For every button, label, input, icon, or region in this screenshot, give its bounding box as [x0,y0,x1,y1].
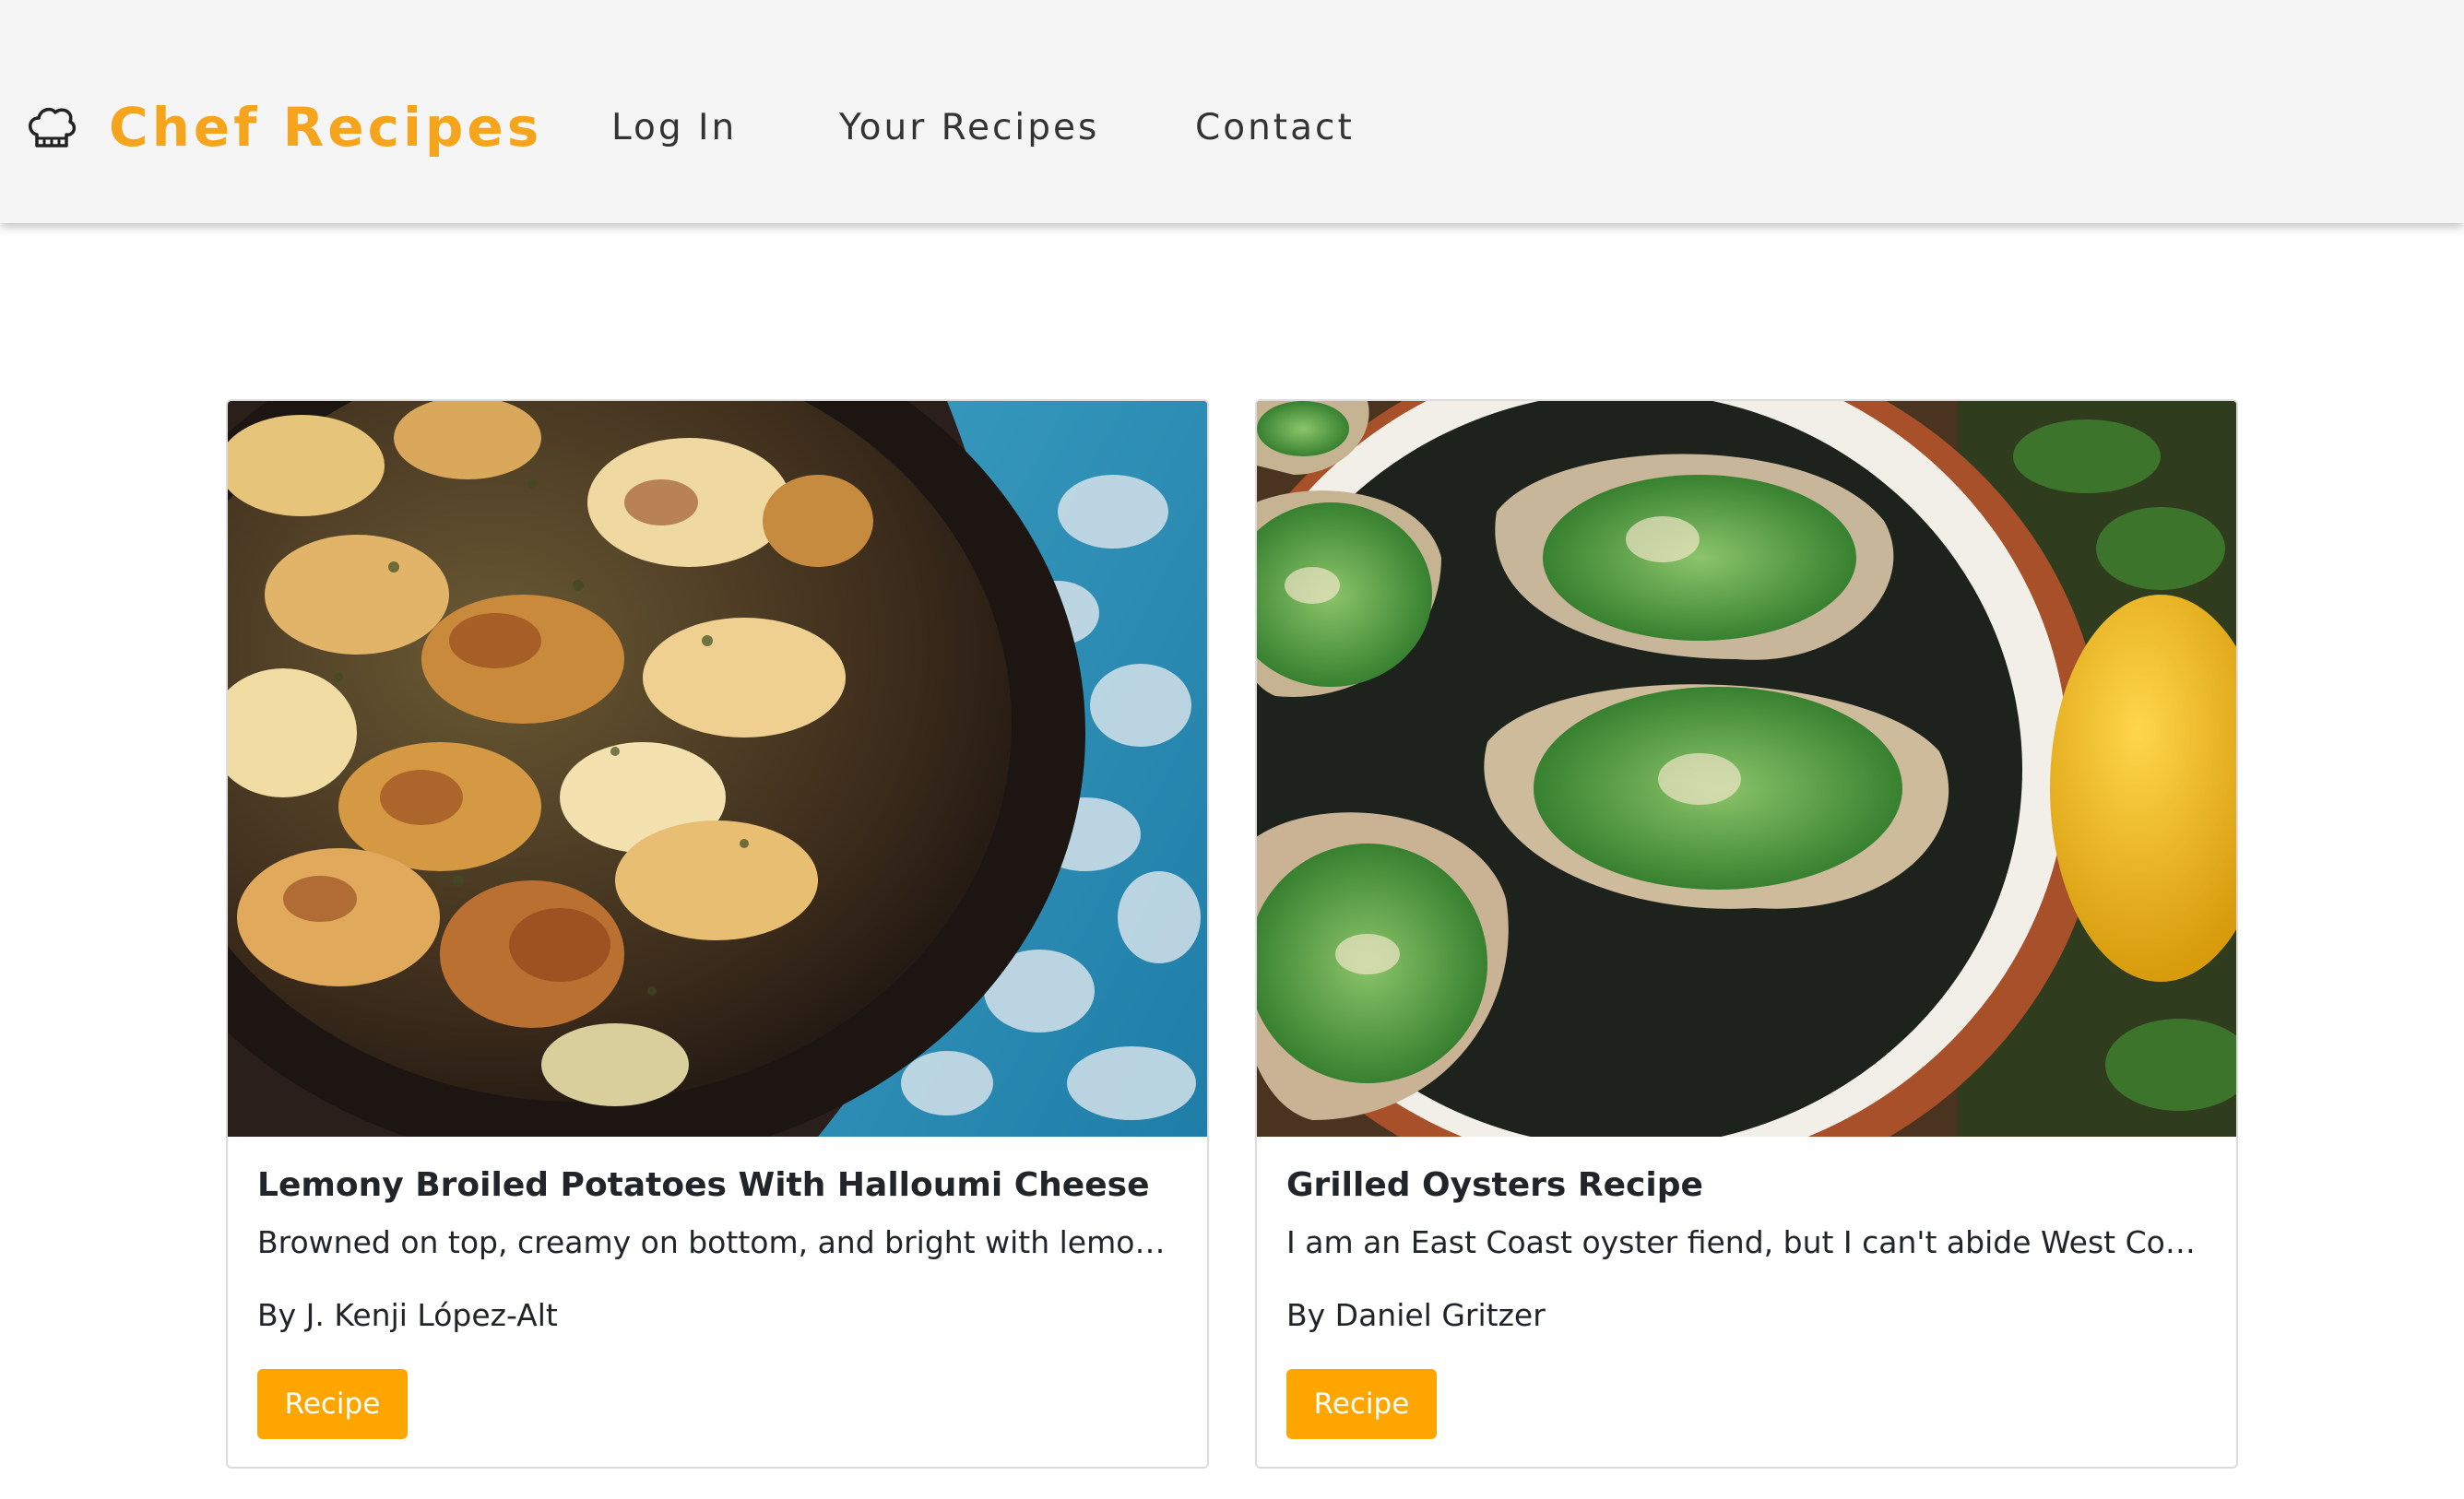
brand-link[interactable]: Chef Recipes [24,94,542,160]
chef-hat-icon [24,100,79,155]
recipe-author: By J. Kenji López-Alt [257,1297,558,1333]
recipe-button[interactable]: Recipe [257,1369,408,1439]
nav-contact-link[interactable]: Contact [1195,107,1355,148]
navbar: Chef Recipes Log In Your Recipes Contact [0,0,2464,223]
recipe-title: Lemony Broiled Potatoes With Halloumi Ch… [257,1166,1150,1204]
recipe-title: Grilled Oysters Recipe [1286,1166,1703,1204]
brand-name: Chef Recipes [109,96,543,159]
nav-your-recipes-link[interactable]: Your Recipes [839,107,1099,148]
recipe-image [228,401,1207,1137]
nav-login-link[interactable]: Log In [611,107,737,148]
recipe-description: I am an East Coast oyster fiend, but I c… [1286,1224,2209,1260]
recipe-image [1257,401,2236,1137]
recipe-button[interactable]: Recipe [1286,1369,1437,1439]
recipe-card: Lemony Broiled Potatoes With Halloumi Ch… [226,399,1209,1469]
recipe-description: Browned on top, creamy on bottom, and br… [257,1224,1179,1260]
recipe-card: Grilled Oysters Recipe I am an East Coas… [1255,399,2238,1469]
recipe-author: By Daniel Gritzer [1286,1297,1546,1333]
